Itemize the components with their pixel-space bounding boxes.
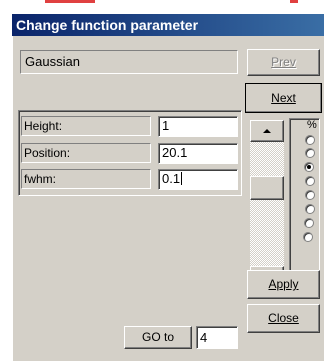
- close-button-label: Close: [268, 311, 299, 325]
- param-input-fwhm-value: 0.1: [162, 171, 181, 186]
- step-radio-option[interactable]: [305, 190, 315, 200]
- param-label-position: Position:: [21, 143, 151, 163]
- chevron-up-icon: [263, 129, 271, 133]
- close-button[interactable]: Close: [247, 304, 320, 333]
- scroll-thumb[interactable]: [250, 176, 284, 200]
- step-radio-option[interactable]: [305, 148, 315, 158]
- prev-button[interactable]: Prev: [247, 49, 320, 76]
- step-radio-option[interactable]: [305, 176, 315, 186]
- background-red-mark: [45, 0, 95, 3]
- param-input-fwhm[interactable]: 0.1: [158, 169, 238, 190]
- step-radio-group: [289, 118, 320, 288]
- next-button-label: Next: [271, 91, 296, 105]
- apply-button[interactable]: Apply: [247, 270, 320, 299]
- step-radio-option[interactable]: [303, 232, 313, 242]
- step-radio-option[interactable]: [304, 218, 314, 228]
- background-red-mark: [290, 0, 298, 3]
- step-radio-option-selected[interactable]: [304, 162, 314, 172]
- param-input-height[interactable]: 1: [158, 116, 238, 137]
- prev-button-label: Prev: [271, 55, 296, 69]
- goto-button[interactable]: GO to: [124, 326, 192, 349]
- function-name-display: Gaussian: [20, 50, 238, 74]
- param-input-position[interactable]: 20.1: [158, 143, 238, 164]
- apply-button-label: Apply: [268, 277, 299, 291]
- window-title-bar: Change function parameter: [12, 14, 324, 36]
- window-title: Change function parameter: [16, 17, 199, 33]
- step-radio-option[interactable]: [305, 135, 315, 145]
- step-group-label: %: [307, 119, 317, 131]
- param-label-height: Height:: [21, 116, 151, 136]
- text-caret: [181, 172, 183, 185]
- scroll-track[interactable]: [250, 142, 284, 266]
- goto-input[interactable]: 4: [196, 326, 238, 349]
- step-radio-option[interactable]: [305, 204, 315, 214]
- param-label-fwhm: fwhm:: [21, 169, 151, 189]
- next-button[interactable]: Next: [245, 83, 322, 113]
- scroll-up-button[interactable]: [250, 120, 284, 142]
